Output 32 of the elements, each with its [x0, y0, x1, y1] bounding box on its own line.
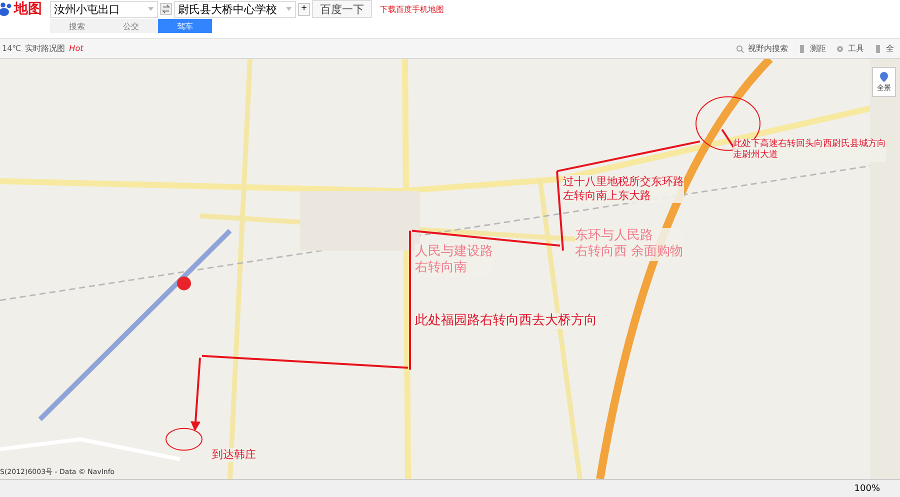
ruler-icon[interactable] [798, 44, 806, 52]
pin-icon [880, 72, 888, 82]
add-button[interactable]: + [298, 2, 310, 16]
origin-field[interactable]: 汝州小屯出口 [50, 0, 158, 18]
promo-link[interactable]: 下载百度手机地图 [380, 4, 444, 14]
toolbar-item[interactable]: 视野内搜索 [748, 43, 788, 54]
logo-text: 地图 [14, 0, 42, 18]
toolbar-item[interactable]: 测距 [810, 43, 826, 54]
ruler-icon[interactable] [874, 44, 882, 52]
route-note: 此处下高速右转回头向西尉氏县城方向 走尉州大道 [733, 139, 886, 162]
magnifier-icon[interactable] [736, 44, 744, 52]
mode-tab[interactable]: 搜索 [50, 19, 104, 33]
destination-field[interactable]: 尉氏县大桥中心学校 [174, 0, 296, 18]
hot-label: Hot [69, 44, 84, 53]
toolbar-item[interactable]: 工具 [848, 43, 864, 54]
route-note: 此处福园路右转向西去大桥方向 [415, 313, 597, 330]
route-note: 到达韩庄 [212, 448, 256, 462]
swap-icon[interactable] [160, 3, 172, 15]
zoom-level[interactable]: 100% [854, 484, 880, 494]
traffic-link[interactable]: 实时路况图 [25, 43, 66, 54]
dropdown-arrow-icon[interactable] [286, 7, 292, 11]
circle-mark [166, 428, 202, 451]
mode-tab[interactable]: 驾车 [158, 19, 212, 33]
mode-tab[interactable]: 公交 [104, 19, 158, 33]
toolbar-item[interactable]: 全 [886, 43, 894, 54]
weather-text: 14℃ [2, 44, 22, 53]
route-note: 过十八里地税所交东环路 左转向南上东大路 [563, 175, 684, 202]
search-button[interactable]: 百度一下 [312, 0, 372, 18]
dropdown-arrow-icon[interactable] [148, 7, 154, 11]
paw-logo-icon [0, 1, 12, 17]
gear-icon[interactable] [836, 44, 844, 52]
route-note: 东环与人民路 右转向西 余面购物 [575, 228, 684, 260]
